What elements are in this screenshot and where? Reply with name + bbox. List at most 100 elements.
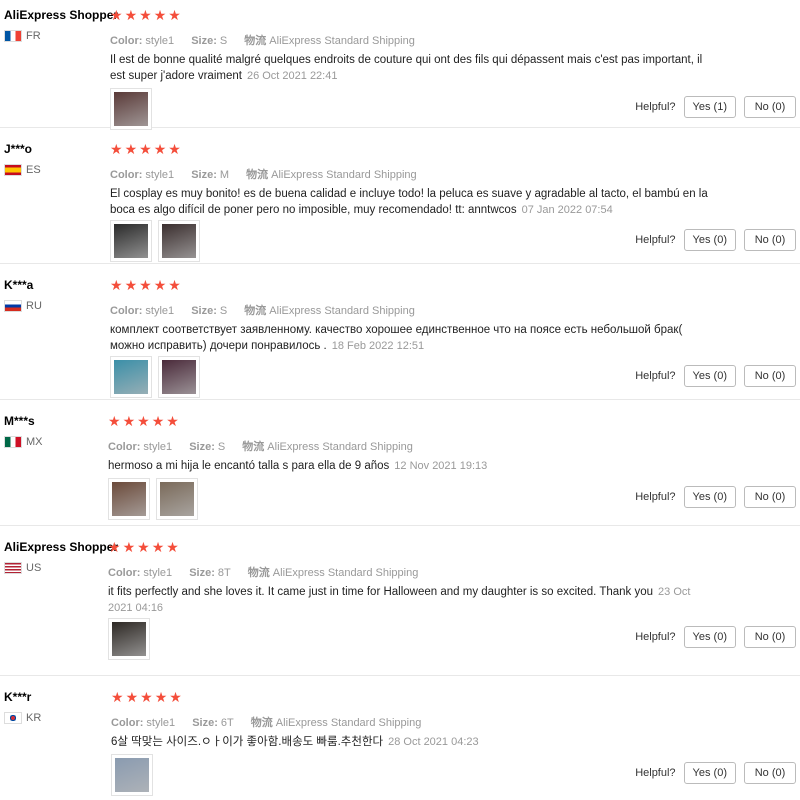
reviewer-country: FR (4, 30, 41, 42)
review-date: 12 Nov 2021 19:13 (394, 460, 488, 472)
reviewer-name: K***r (4, 690, 32, 704)
country-code: MX (26, 436, 43, 448)
review-item: K***r KR ★ ★ ★ ★ ★ Color: style1 Size: 6T 物流 Al… (0, 690, 800, 800)
review-photo[interactable] (108, 618, 150, 660)
review-photo[interactable] (111, 754, 153, 796)
helpful-no-button[interactable]: No (0) (744, 96, 796, 118)
country-code: FR (26, 30, 41, 42)
review-text: Il est de bonne qualité malgré quelques … (110, 52, 710, 84)
shipping-value: AliExpress Standard Shipping (275, 717, 422, 729)
review-photo[interactable] (110, 88, 152, 130)
star-icon: ★ (153, 141, 167, 157)
review-photos (110, 356, 200, 398)
korea-flag (4, 712, 22, 724)
star-icon: ★ (168, 7, 181, 23)
star-icon: ★ (153, 7, 167, 23)
review-photo[interactable] (110, 356, 152, 398)
color-key: Color: (110, 169, 143, 181)
helpful-vote: Helpful? Yes (0) No (0) (635, 486, 796, 508)
helpful-yes-button[interactable]: Yes (0) (683, 365, 736, 387)
shipping-value: AliExpress Standard Shipping (271, 169, 417, 181)
country-code: ES (26, 164, 41, 176)
reviewer-country: KR (4, 712, 41, 724)
shipping-key: 物流 (242, 441, 265, 453)
order-info: Color: style1 Size: S 物流 AliExpress Standar… (110, 32, 429, 48)
reviewer-name: AliExpress Shopper (4, 540, 119, 554)
helpful-yes-button[interactable]: Yes (0) (683, 762, 736, 784)
helpful-no-button[interactable]: No (0) (744, 626, 796, 648)
star-rating: ★ ★ ★ ★ ★ (110, 8, 181, 22)
star-rating: ★ ★ ★ ★ ★ (110, 142, 181, 156)
shipping-value: AliExpress Standard Shipping (269, 305, 415, 317)
helpful-vote: Helpful? Yes (1) No (0) (635, 96, 796, 118)
review-photo[interactable] (156, 478, 198, 520)
star-icon: ★ (166, 413, 179, 429)
country-code: US (26, 562, 42, 574)
star-icon: ★ (137, 539, 150, 555)
spain-flag (4, 164, 22, 176)
helpful-no-button[interactable]: No (0) (744, 365, 796, 387)
color-key: Color: (108, 441, 141, 453)
size-value: 8T (217, 567, 231, 579)
color-value: style1 (145, 169, 175, 181)
helpful-label: Helpful? (635, 491, 676, 503)
helpful-yes-button[interactable]: Yes (0) (683, 626, 736, 648)
star-icon: ★ (108, 413, 121, 429)
helpful-label: Helpful? (635, 631, 676, 643)
star-icon: ★ (139, 141, 152, 157)
size-value: S (219, 35, 228, 47)
size-value: 6T (220, 717, 234, 729)
reviewer-name: K***a (4, 278, 34, 292)
order-info: Color: style1 Size: M 物流 AliExpress Standar… (110, 166, 431, 182)
shipping-key: 物流 (247, 567, 270, 579)
star-icon: ★ (166, 539, 179, 555)
helpful-no-button[interactable]: No (0) (744, 229, 796, 251)
helpful-vote: Helpful? Yes (0) No (0) (635, 229, 796, 251)
russia-flag (4, 300, 22, 312)
review-photo[interactable] (108, 478, 150, 520)
star-icon: ★ (140, 689, 153, 705)
size-key: Size: (191, 35, 217, 47)
shipping-key: 物流 (244, 35, 267, 47)
review-text: it fits perfectly and she loves it. It c… (108, 584, 708, 616)
review-date: 28 Oct 2021 04:23 (388, 736, 479, 748)
star-icon: ★ (111, 689, 124, 705)
reviewer-country: ES (4, 164, 41, 176)
helpful-vote: Helpful? Yes (0) No (0) (635, 762, 796, 784)
review-text: 6살 딱맞는 사이즈.ㅇㅏ이가 좋아함.배송도 빠룸.추천한다 28 Oct 20… (111, 734, 711, 750)
shipping-value: AliExpress Standard Shipping (272, 567, 419, 579)
review-photo[interactable] (158, 356, 200, 398)
star-rating: ★ ★ ★ ★ ★ (110, 278, 181, 292)
helpful-yes-button[interactable]: Yes (1) (683, 96, 736, 118)
shipping-key: 物流 (250, 717, 273, 729)
helpful-yes-button[interactable]: Yes (0) (683, 486, 736, 508)
star-icon: ★ (124, 277, 138, 293)
helpful-yes-button[interactable]: Yes (0) (683, 229, 736, 251)
size-key: Size: (189, 441, 215, 453)
order-info: Color: style1 Size: 6T 物流 AliExpress Standa… (111, 714, 435, 730)
star-icon: ★ (124, 141, 138, 157)
usa-flag (4, 562, 22, 574)
star-icon: ★ (122, 539, 136, 555)
country-code: RU (26, 300, 42, 312)
review-photo[interactable] (158, 220, 200, 262)
helpful-vote: Helpful? Yes (0) No (0) (635, 365, 796, 387)
feedback-body: Il est de bonne qualité malgré quelques … (110, 54, 703, 82)
star-icon: ★ (110, 7, 123, 23)
star-icon: ★ (169, 689, 182, 705)
reviewer-name: M***s (4, 414, 35, 428)
star-icon: ★ (125, 689, 139, 705)
star-icon: ★ (139, 7, 152, 23)
review-text: комплект соответствует заявленному. каче… (110, 322, 710, 354)
review-photo[interactable] (110, 220, 152, 262)
review-date: 07 Jan 2022 07:54 (521, 204, 613, 216)
review-photos (111, 754, 153, 796)
reviewer-country: RU (4, 300, 42, 312)
star-icon: ★ (110, 141, 123, 157)
star-icon: ★ (154, 689, 168, 705)
helpful-no-button[interactable]: No (0) (744, 486, 796, 508)
color-value: style1 (143, 567, 173, 579)
review-item: M***s MX ★ ★ ★ ★ ★ Color: style1 Size: S 物流 Ali… (0, 414, 800, 526)
helpful-no-button[interactable]: No (0) (744, 762, 796, 784)
review-date: 26 Oct 2021 22:41 (246, 70, 338, 82)
